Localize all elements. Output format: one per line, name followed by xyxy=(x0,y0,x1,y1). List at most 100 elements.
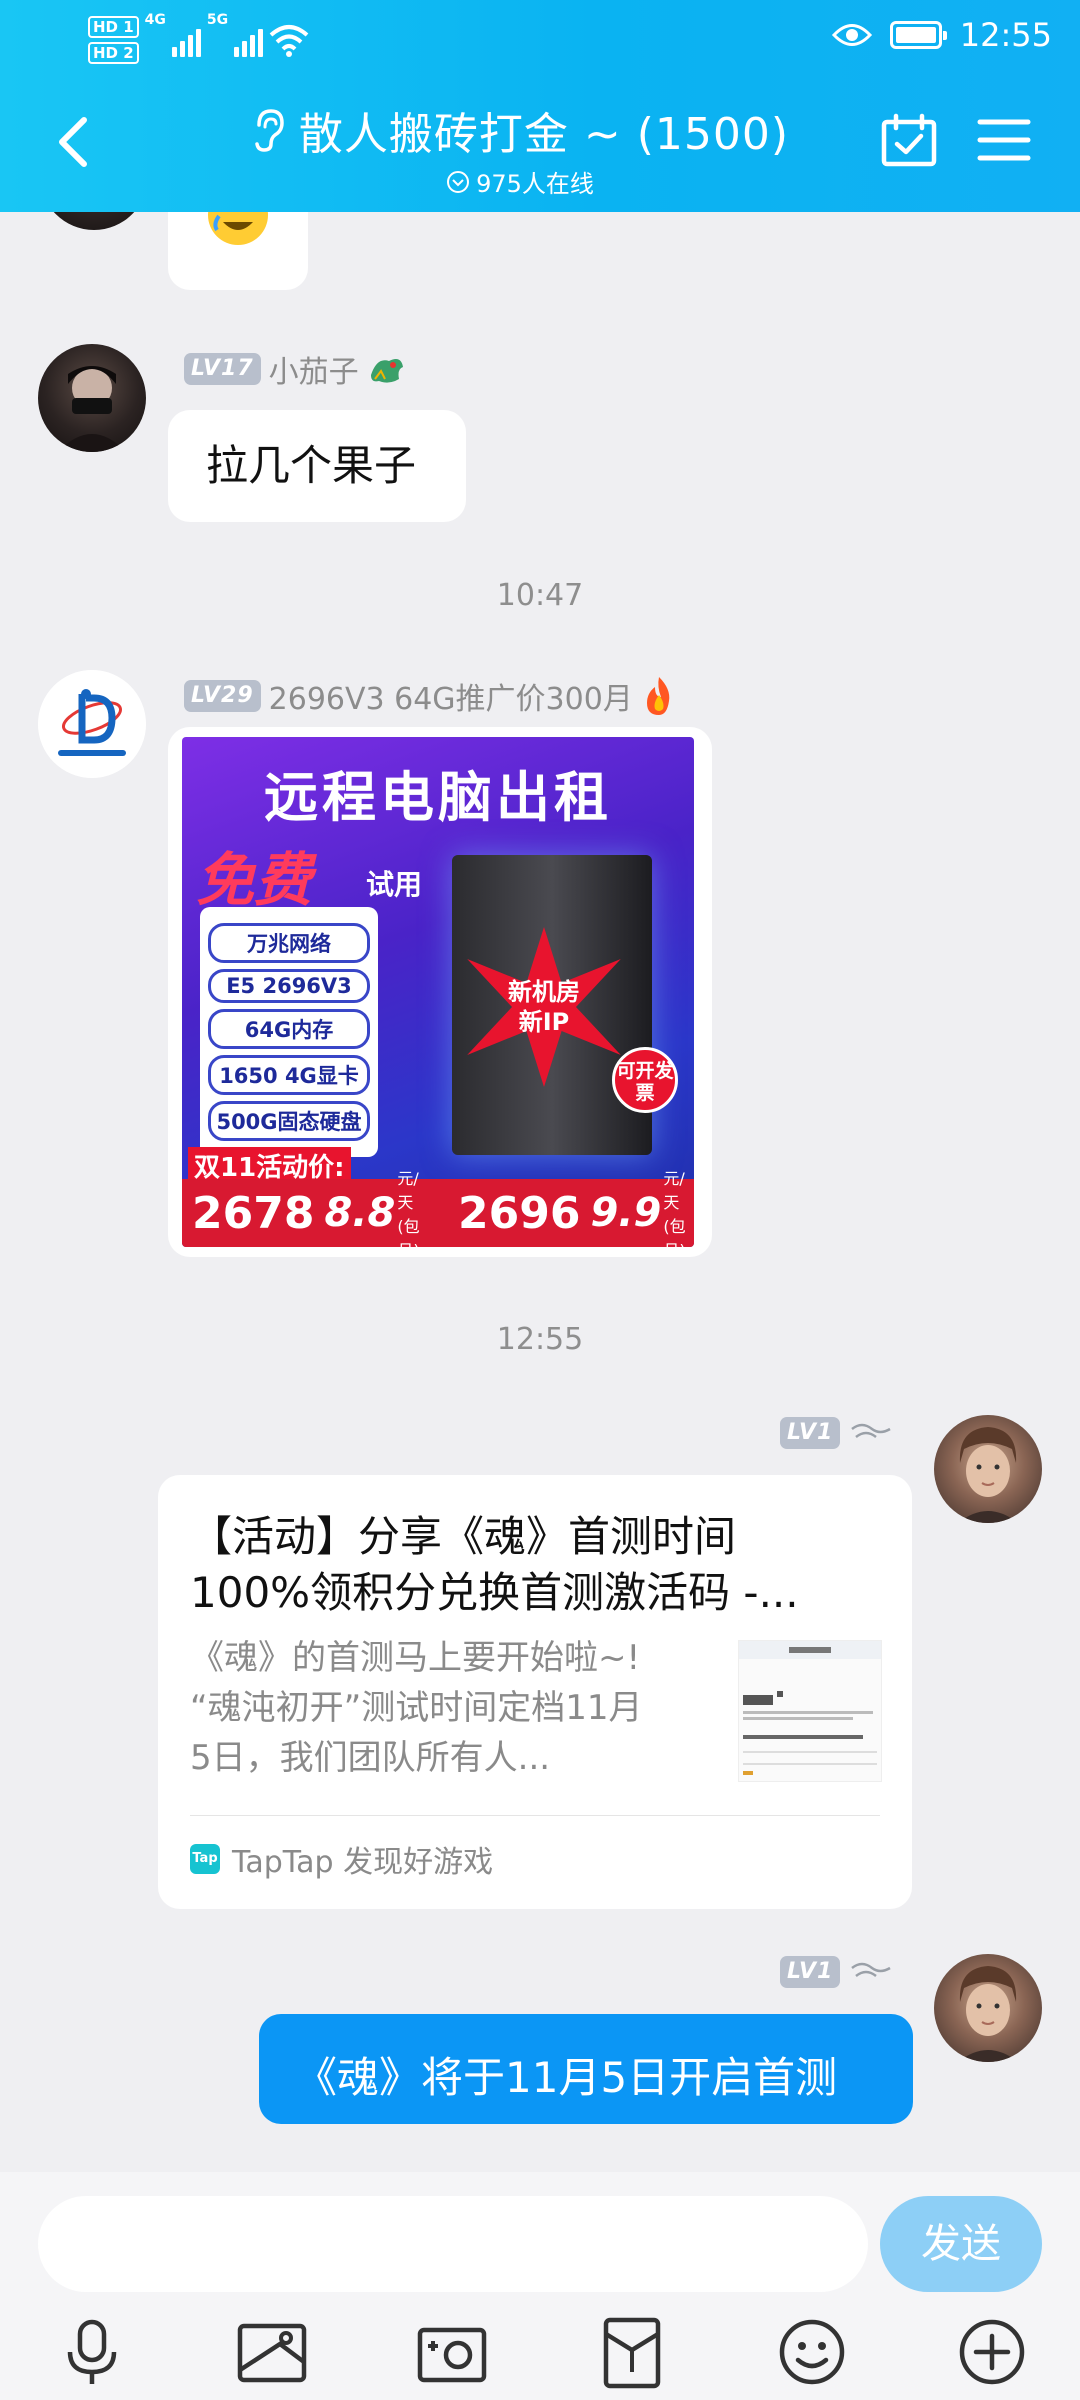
price-1: 2678 xyxy=(192,1187,315,1239)
avatar-network-tech[interactable] xyxy=(38,670,146,778)
hd2-badge: HD 2 xyxy=(88,42,139,64)
starburst-line-1: 新机房 xyxy=(508,978,580,1006)
price-bar: 2678 8.8 元/天 (包月) 2696 9.9 元/天 (包月) xyxy=(182,1169,694,1247)
invoice-badge: 可开发票 xyxy=(612,1047,678,1113)
mic-icon xyxy=(67,2319,117,2384)
network-type-2: 5G xyxy=(206,12,229,28)
starburst-line-2: 新IP xyxy=(518,1008,570,1036)
share-desc-line-2: “魂沌初开”测试时间定档11月 xyxy=(190,1688,643,1728)
emoji-icon xyxy=(779,2319,845,2385)
level-badge: LV1 xyxy=(780,1417,841,1449)
hd-badges: HD 1 HD 2 xyxy=(88,16,139,64)
outgoing-message-bubble[interactable]: 《魂》将于11月5日开启首测 xyxy=(259,2014,913,2124)
back-button[interactable] xyxy=(50,112,100,172)
online-count: 975人在线 xyxy=(476,170,594,198)
ear-icon xyxy=(255,109,284,152)
avatar-person-icon xyxy=(58,366,126,452)
wave-badge-icon xyxy=(851,1423,891,1439)
rental-ad-image[interactable]: 远程电脑出租 免费 试用 万兆网络 E5 2696V3 64G内存 1650 4… xyxy=(182,737,694,1247)
unit-note-2: (包月) xyxy=(663,1217,686,1247)
share-source: Tap TapTap 发现好游戏 xyxy=(190,1837,493,1881)
status-left: HD 1 HD 2 4G 5G xyxy=(88,10,309,70)
taptap-logo-icon: Tap xyxy=(190,1844,220,1874)
send-button[interactable]: 发送 xyxy=(880,2196,1042,2292)
status-time: 12:55 xyxy=(959,16,1052,54)
message-meta-4: LV1 xyxy=(780,1956,892,1988)
ad-spec-list: 万兆网络 E5 2696V3 64G内存 1650 4G显卡 500G固态硬盘 xyxy=(200,907,378,1157)
level-badge: LV1 xyxy=(780,1956,841,1988)
calendar-button[interactable] xyxy=(880,112,938,170)
sender-name[interactable]: 2696V3 64G推广价300月 xyxy=(269,674,633,718)
share-source-text: TapTap 发现好游戏 xyxy=(232,1845,494,1880)
voice-button[interactable] xyxy=(50,2310,134,2394)
daily-price-1: 8.8 xyxy=(324,1190,396,1236)
company-logo-icon xyxy=(38,670,146,778)
camera-icon xyxy=(417,2327,487,2383)
price-unit-1: 元/天 (包月) xyxy=(397,1165,428,1247)
more-button[interactable] xyxy=(950,2310,1034,2394)
share-thumbnail xyxy=(738,1640,882,1782)
avatar-previous[interactable] xyxy=(40,212,148,230)
menu-icon xyxy=(977,119,1031,161)
camera-button[interactable] xyxy=(410,2310,494,2394)
unit-1: 元/天 xyxy=(397,1169,419,1212)
signal-icon-2 xyxy=(234,23,264,57)
chat-area[interactable]: LV17 小茄子 拉几个果子 10:47 LV29 2696V3 64G推广价3… xyxy=(0,212,1080,2172)
timestamp: 12:55 xyxy=(496,1322,584,1357)
message-text: 拉几个果子 xyxy=(206,441,417,490)
timestamp: 10:47 xyxy=(496,578,584,613)
emoji-button[interactable] xyxy=(770,2310,854,2394)
plus-icon xyxy=(959,2319,1025,2385)
chat-title: 散人搬砖打金 ~ (1500) xyxy=(298,109,790,160)
share-desc-line-1: 《魂》的首测马上要开始啦~! xyxy=(190,1638,641,1678)
price-unit-2: 元/天 (包月) xyxy=(663,1165,694,1247)
starburst-text: 新机房 新IP xyxy=(474,977,614,1037)
gallery-button[interactable] xyxy=(230,2310,314,2394)
avatar-face-icon xyxy=(958,1966,1018,2062)
hd1-badge: HD 1 xyxy=(88,16,139,38)
ad-spec-item: 500G固态硬盘 xyxy=(208,1101,370,1141)
unit-note-1: (包月) xyxy=(397,1217,420,1247)
chat-title-area[interactable]: 散人搬砖打金 ~ (1500) 975人在线 xyxy=(250,98,790,199)
status-right: 12:55 xyxy=(831,16,1052,54)
thumbnail-document-icon xyxy=(739,1641,881,1775)
message-meta-3: LV1 xyxy=(780,1417,892,1449)
sender-name[interactable]: 小茄子 xyxy=(269,347,359,391)
message-bubble-1[interactable]: 拉几个果子 xyxy=(168,410,466,522)
ad-spec-item: 64G内存 xyxy=(208,1009,370,1049)
ad-free-label: 免费 xyxy=(196,846,313,914)
share-card[interactable]: 【活动】分享《魂》首测时间 100%领积分兑换首测激活码 -... 《魂》的首测… xyxy=(158,1475,912,1909)
ad-spec-item: E5 2696V3 xyxy=(208,969,370,1003)
red-packet-icon xyxy=(603,2317,661,2389)
status-bar: HD 1 HD 2 4G 5G 12:55 xyxy=(0,0,1080,78)
online-count-row: 975人在线 xyxy=(250,164,790,199)
previous-emoji-bubble[interactable] xyxy=(168,212,308,290)
avatar-face-icon xyxy=(958,1427,1018,1523)
share-divider xyxy=(190,1815,880,1816)
share-title-line-1: 【活动】分享《魂》首测时间 xyxy=(190,1512,737,1561)
red-packet-button[interactable] xyxy=(590,2310,674,2394)
battery-icon xyxy=(889,21,947,49)
unit-2: 元/天 xyxy=(663,1169,685,1212)
calendar-check-icon xyxy=(881,113,937,167)
ad-free-sub: 试用 xyxy=(366,868,423,901)
level-badge: LV17 xyxy=(184,353,261,385)
avatar-self[interactable] xyxy=(934,1954,1042,2062)
avatar-xiaoqiezi[interactable] xyxy=(38,344,146,452)
wifi-icon xyxy=(269,25,309,57)
share-title-line-2: 100%领积分兑换首测激活码 -... xyxy=(190,1568,799,1617)
ad-title: 远程电脑出租 xyxy=(264,766,612,829)
message-input[interactable] xyxy=(38,2196,868,2292)
input-toolbar xyxy=(0,2310,1080,2394)
ad-spec-item: 1650 4G显卡 xyxy=(208,1055,370,1095)
app-header: HD 1 HD 2 4G 5G 12:55 散人搬砖打金 ~ (1500) 97… xyxy=(0,0,1080,212)
dragon-badge-icon xyxy=(370,359,403,383)
eye-icon xyxy=(831,24,872,46)
input-area: 发送 xyxy=(0,2172,1080,2400)
image-icon xyxy=(237,2323,307,2383)
message-text: 《魂》将于11月5日开启首测 xyxy=(295,2053,838,2102)
menu-button[interactable] xyxy=(976,112,1032,168)
share-description: 《魂》的首测马上要开始啦~! “魂沌初开”测试时间定档11月 5日，我们团队所有… xyxy=(190,1633,710,1783)
avatar-self[interactable] xyxy=(934,1415,1042,1523)
daily-price-2: 9.9 xyxy=(590,1190,662,1236)
